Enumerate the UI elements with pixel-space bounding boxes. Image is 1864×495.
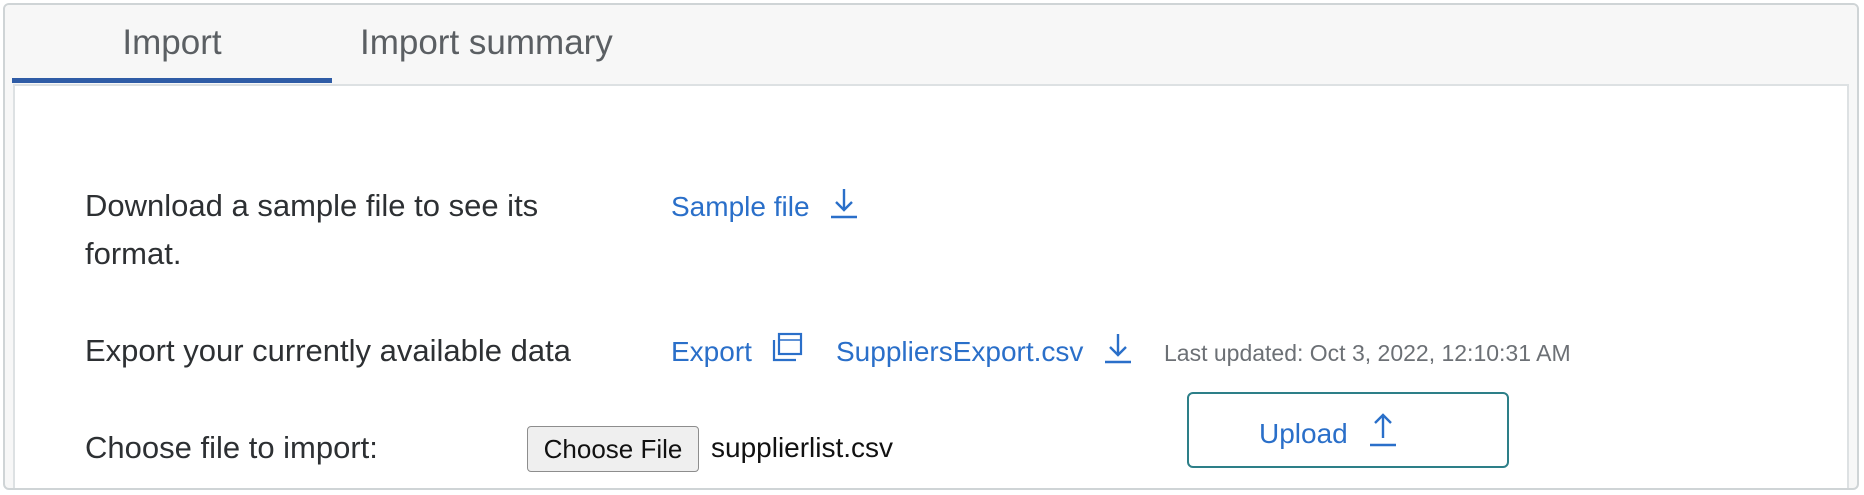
tab-import[interactable]: Import bbox=[12, 5, 332, 83]
suppliers-export-file-label: SuppliersExport.csv bbox=[836, 335, 1084, 367]
sample-file-link[interactable]: Sample file bbox=[671, 186, 861, 231]
download-icon bbox=[1101, 331, 1135, 376]
upload-icon bbox=[1366, 412, 1400, 459]
tab-bar: Import Import summary bbox=[5, 5, 1857, 83]
upload-label: Upload bbox=[1259, 417, 1348, 449]
tab-import-summary-label: Import summary bbox=[360, 23, 613, 62]
import-content: Download a sample file to see its format… bbox=[13, 84, 1849, 488]
export-description: Export your currently available data bbox=[85, 333, 571, 368]
selected-file-name: supplierlist.csv bbox=[711, 432, 894, 463]
export-label: Export bbox=[671, 335, 752, 367]
choose-file-button[interactable]: Choose File bbox=[527, 426, 699, 472]
copy-icon bbox=[770, 331, 804, 376]
selected-tab-indicator bbox=[12, 78, 332, 83]
export-link[interactable]: Export bbox=[671, 331, 804, 376]
sample-description: Download a sample file to see its format… bbox=[85, 188, 539, 271]
tab-import-summary[interactable]: Import summary bbox=[360, 5, 630, 81]
tab-import-label: Import bbox=[122, 23, 222, 62]
upload-button[interactable]: Upload bbox=[1187, 392, 1509, 468]
upload-button-content: Upload bbox=[1259, 412, 1400, 459]
last-updated-text: Last updated: Oct 3, 2022, 12:10:31 AM bbox=[1164, 340, 1571, 366]
suppliers-export-file-link[interactable]: SuppliersExport.csv bbox=[836, 331, 1135, 376]
import-description: Choose file to import: bbox=[85, 430, 378, 465]
download-icon bbox=[827, 186, 861, 231]
sample-file-label: Sample file bbox=[671, 190, 810, 222]
import-panel: Import Import summary Download a sample … bbox=[3, 3, 1859, 490]
